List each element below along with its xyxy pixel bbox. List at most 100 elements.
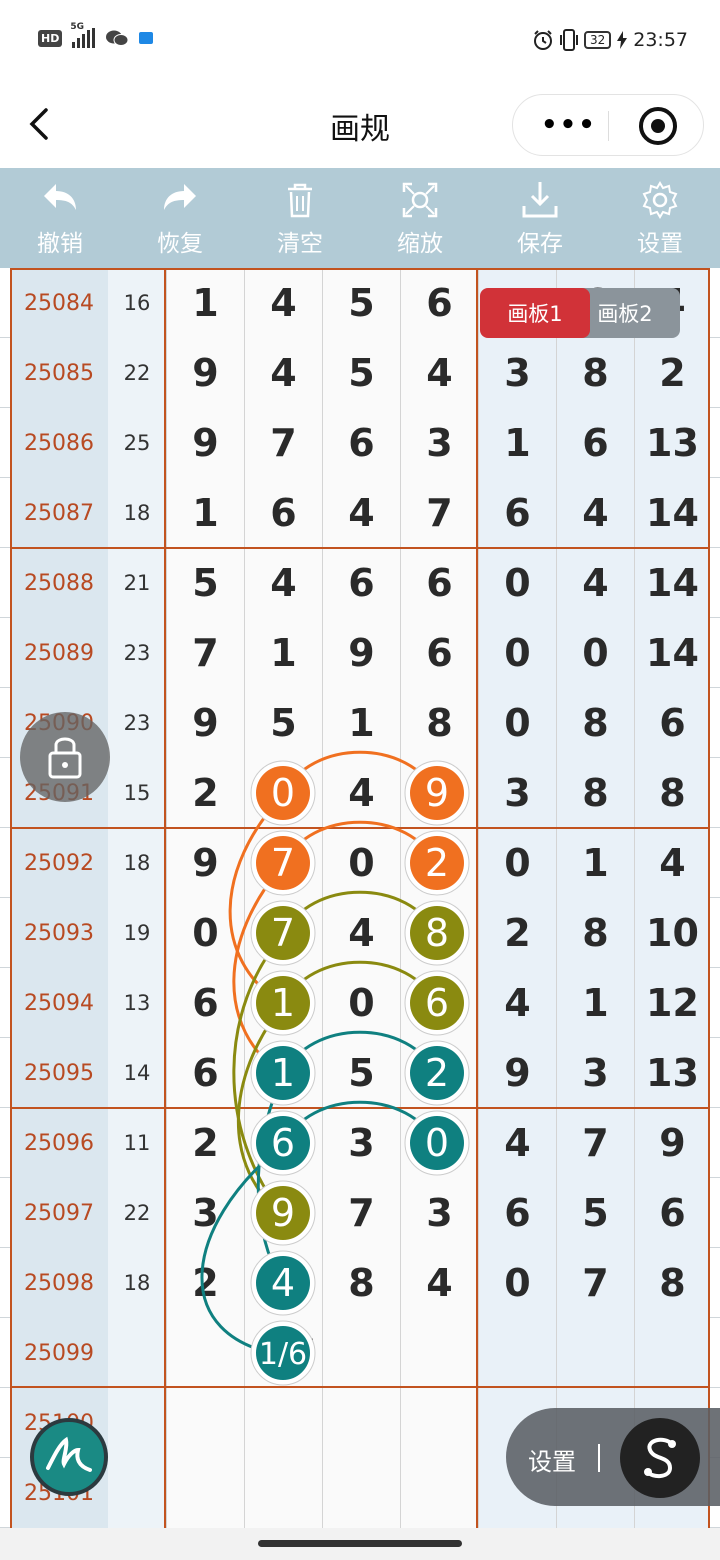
digit-cell[interactable] bbox=[244, 1458, 322, 1528]
digit-cell[interactable] bbox=[400, 1458, 478, 1528]
digit-cell[interactable]: 8 bbox=[556, 758, 634, 828]
digit-cell[interactable]: 1 bbox=[322, 688, 400, 758]
digit-cell[interactable] bbox=[400, 1318, 478, 1388]
digit-cell[interactable]: 7 bbox=[556, 1108, 634, 1178]
digit-cell[interactable]: 9 bbox=[166, 688, 244, 758]
digit-cell[interactable]: 9 bbox=[166, 408, 244, 478]
digit-cell[interactable]: 6 bbox=[634, 688, 710, 758]
digit-cell[interactable]: 3 bbox=[166, 1178, 244, 1248]
digit-cell[interactable]: 8 bbox=[634, 758, 710, 828]
digit-cell[interactable]: 2 bbox=[166, 1108, 244, 1178]
digit-cell[interactable]: 4 bbox=[244, 268, 322, 338]
clear-button[interactable]: 清空 bbox=[240, 168, 360, 268]
lottery-grid[interactable]: 2508416145664250852294543822508625976316… bbox=[0, 268, 720, 1528]
digit-cell[interactable] bbox=[244, 1388, 322, 1458]
digit-cell[interactable]: 4 bbox=[244, 338, 322, 408]
digit-cell[interactable]: 6 bbox=[322, 408, 400, 478]
digit-cell[interactable]: 5 bbox=[166, 548, 244, 618]
digit-cell[interactable]: 14 bbox=[634, 548, 710, 618]
home-indicator[interactable] bbox=[258, 1540, 462, 1547]
digit-cell[interactable]: 4 bbox=[400, 1248, 478, 1318]
digit-cell[interactable]: 6 bbox=[556, 408, 634, 478]
digit-cell[interactable]: 8 bbox=[556, 688, 634, 758]
redo-button[interactable]: 恢复 bbox=[120, 168, 240, 268]
digit-cell[interactable]: 6 bbox=[322, 548, 400, 618]
zoom-button[interactable]: 缩放 bbox=[360, 168, 480, 268]
digit-cell[interactable]: 4 bbox=[322, 478, 400, 548]
close-target-icon[interactable] bbox=[639, 107, 677, 145]
digit-cell[interactable]: 7 bbox=[400, 478, 478, 548]
digit-cell[interactable]: 13 bbox=[634, 1038, 710, 1108]
digit-cell[interactable]: 6 bbox=[478, 1178, 556, 1248]
more-menu-button[interactable]: ••• bbox=[541, 112, 597, 138]
digit-cell[interactable]: 3 bbox=[556, 1038, 634, 1108]
digit-cell[interactable]: 1 bbox=[166, 268, 244, 338]
digit-cell[interactable]: 3 bbox=[478, 758, 556, 828]
digit-cell[interactable]: 9 bbox=[166, 828, 244, 898]
digit-cell[interactable]: 7 bbox=[244, 408, 322, 478]
digit-cell[interactable]: 0 bbox=[478, 1248, 556, 1318]
digit-cell[interactable]: 5 bbox=[244, 688, 322, 758]
digit-cell[interactable]: 8 bbox=[322, 1248, 400, 1318]
digit-cell[interactable] bbox=[634, 1318, 710, 1388]
digit-cell[interactable]: 12 bbox=[634, 968, 710, 1038]
digit-cell[interactable]: 4 bbox=[556, 478, 634, 548]
digit-cell[interactable]: 6 bbox=[400, 548, 478, 618]
digit-cell[interactable] bbox=[478, 1318, 556, 1388]
board-1-tab[interactable]: 画板1 bbox=[480, 288, 590, 338]
digit-cell[interactable]: 3 bbox=[400, 408, 478, 478]
digit-cell[interactable]: 5 bbox=[322, 268, 400, 338]
digit-cell[interactable]: 5 bbox=[556, 1178, 634, 1248]
digit-cell[interactable]: 1 bbox=[556, 968, 634, 1038]
digit-cell[interactable]: 4 bbox=[634, 828, 710, 898]
digit-cell[interactable] bbox=[322, 1388, 400, 1458]
digit-cell[interactable]: 10 bbox=[634, 898, 710, 968]
digit-cell[interactable]: 2 bbox=[478, 898, 556, 968]
digit-cell[interactable]: 7 bbox=[166, 618, 244, 688]
digit-cell[interactable]: 0 bbox=[478, 548, 556, 618]
digit-cell[interactable]: 6 bbox=[400, 268, 478, 338]
pen-button[interactable] bbox=[30, 1418, 108, 1496]
lock-button[interactable] bbox=[20, 712, 110, 802]
digit-cell[interactable] bbox=[400, 1388, 478, 1458]
digit-cell[interactable]: 2 bbox=[634, 338, 710, 408]
save-button[interactable]: 保存 bbox=[480, 168, 600, 268]
digit-cell[interactable]: 1 bbox=[556, 828, 634, 898]
digit-cell[interactable]: 7 bbox=[322, 1178, 400, 1248]
digit-cell[interactable]: 1 bbox=[166, 478, 244, 548]
digit-cell[interactable]: 6 bbox=[166, 1038, 244, 1108]
digit-cell[interactable]: 0 bbox=[322, 968, 400, 1038]
digit-cell[interactable]: 2 bbox=[166, 1248, 244, 1318]
digit-cell[interactable]: 4 bbox=[400, 338, 478, 408]
undo-button[interactable]: 撤销 bbox=[0, 168, 120, 268]
digit-cell[interactable]: 13 bbox=[634, 408, 710, 478]
digit-cell[interactable]: 14 bbox=[634, 478, 710, 548]
digit-cell[interactable]: 0 bbox=[478, 828, 556, 898]
floating-settings-label[interactable]: 设置 bbox=[528, 1442, 576, 1477]
digit-cell[interactable]: 8 bbox=[556, 898, 634, 968]
digit-cell[interactable]: 9 bbox=[166, 338, 244, 408]
digit-cell[interactable]: 14 bbox=[634, 618, 710, 688]
digit-cell[interactable]: 6 bbox=[478, 478, 556, 548]
digit-cell[interactable]: 5 bbox=[322, 338, 400, 408]
digit-cell[interactable]: 6 bbox=[166, 968, 244, 1038]
digit-cell[interactable]: 3 bbox=[400, 1178, 478, 1248]
settings-button[interactable]: 设置 bbox=[600, 168, 720, 268]
digit-cell[interactable]: 4 bbox=[478, 1108, 556, 1178]
digit-cell[interactable]: 4 bbox=[556, 548, 634, 618]
digit-cell[interactable]: 6 bbox=[244, 478, 322, 548]
digit-cell[interactable]: 7 bbox=[556, 1248, 634, 1318]
digit-cell[interactable] bbox=[322, 1318, 400, 1388]
digit-cell[interactable]: 8 bbox=[556, 338, 634, 408]
digit-cell[interactable]: 4 bbox=[322, 758, 400, 828]
digit-cell[interactable]: 4 bbox=[478, 968, 556, 1038]
digit-cell[interactable]: 8 bbox=[400, 688, 478, 758]
digit-cell[interactable] bbox=[556, 1318, 634, 1388]
digit-cell[interactable]: 1 bbox=[478, 408, 556, 478]
digit-cell[interactable]: 0 bbox=[478, 688, 556, 758]
digit-cell[interactable]: 6 bbox=[400, 618, 478, 688]
digit-cell[interactable]: 6 bbox=[634, 1178, 710, 1248]
digit-cell[interactable] bbox=[322, 1458, 400, 1528]
digit-cell[interactable]: 0 bbox=[478, 618, 556, 688]
digit-cell[interactable] bbox=[166, 1318, 244, 1388]
